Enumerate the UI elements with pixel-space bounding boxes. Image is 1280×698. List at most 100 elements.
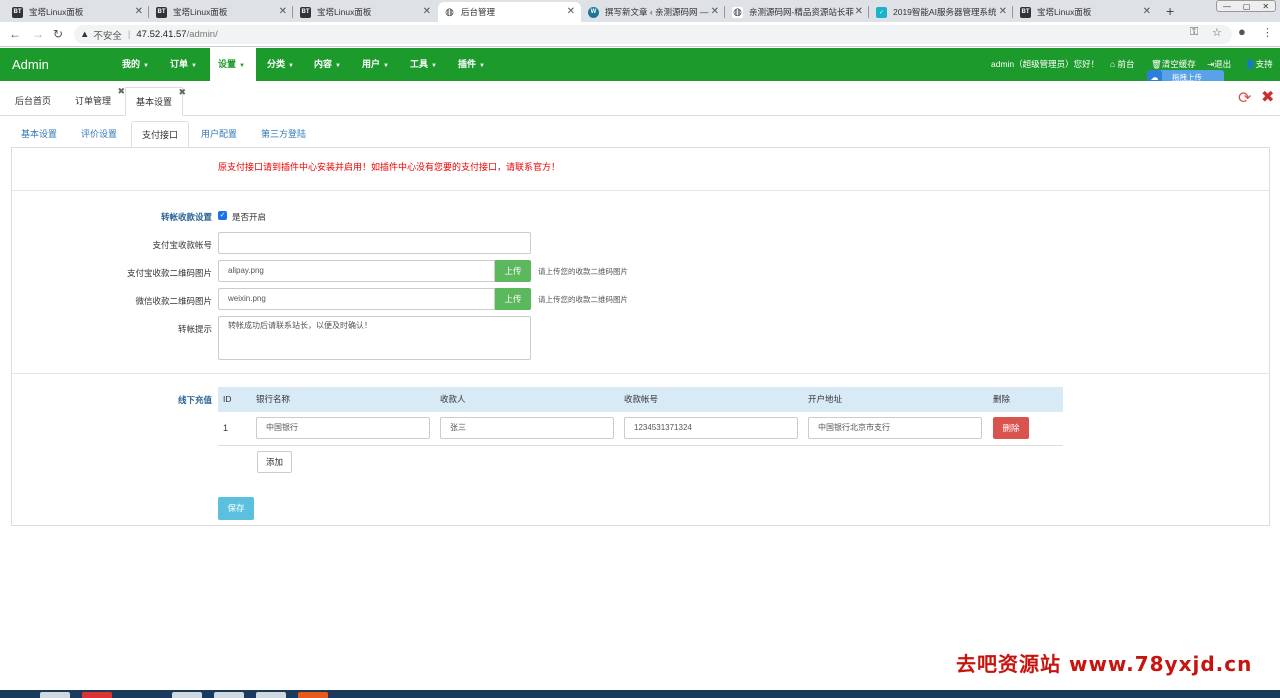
enable-checkbox[interactable]: ✓ (218, 211, 227, 220)
alipay-account-input[interactable] (218, 232, 531, 254)
page-tab-basic-settings[interactable]: 基本设置 ✖ (125, 87, 186, 116)
watermark: 去吧资源站 www.78yxjd.cn (956, 652, 1253, 676)
nav-menu-tools[interactable]: 工具 ▼ (402, 48, 445, 81)
close-icon[interactable]: ✕ (423, 6, 431, 17)
enable-label: 是否开启 (232, 212, 267, 222)
nav-menu-content[interactable]: 内容 ▼ (306, 48, 349, 81)
key-icon[interactable]: ⚿ (1190, 26, 1198, 39)
taskbar-item[interactable] (82, 692, 112, 698)
menu-dots-icon[interactable]: ⋮ (1262, 26, 1273, 39)
window-controls[interactable]: — ▢ ✕ (1216, 0, 1276, 12)
user-icon: 👤 (1245, 59, 1256, 69)
browser-tab[interactable]: ✓ 2019智能AI服务器管理系统 ✕ (870, 2, 1013, 22)
close-icon[interactable]: ✕ (567, 6, 575, 17)
add-row-button[interactable]: 添加 (257, 451, 292, 473)
support-link[interactable]: 👤支持 (1245, 48, 1273, 81)
settings-panel (11, 147, 1270, 526)
address-bar: ← → ↻ ▲ 不安全 | 47.52.41.57 /admin/ ⚿ ☆ ● … (0, 22, 1280, 47)
star-icon[interactable]: ☆ (1212, 26, 1222, 39)
close-icon[interactable]: ✕ (999, 6, 1007, 17)
nav-menu-settings[interactable]: 设置 ▼ (210, 48, 256, 81)
alipay-upload-help: 请上传您的收款二维码图片 (538, 267, 628, 276)
bank-table-header: ID 银行名称 收款人 收款帐号 开户地址 删除 (218, 387, 1063, 412)
alipay-account-label: 支付宝收款帐号 (152, 240, 212, 250)
trash-icon: 🗑 (1151, 59, 1162, 69)
browser-tab[interactable]: BT 宝塔Linux面板 ✕ (150, 2, 293, 22)
maximize-icon[interactable]: ▢ (1243, 2, 1251, 11)
tab-user-config[interactable]: 用户配置 (191, 121, 247, 148)
browser-tab[interactable]: W 撰写新文章 ‹ 亲测源码网 — ✕ (582, 2, 725, 22)
close-all-icon[interactable]: ✖ (1261, 87, 1274, 107)
taskbar-item[interactable] (214, 692, 244, 698)
taskbar-item[interactable] (298, 692, 328, 698)
back-icon[interactable]: ← (9, 27, 21, 41)
close-icon[interactable]: ✖ (117, 77, 125, 106)
refresh-icon[interactable]: ⟳ (1238, 88, 1251, 108)
taskbar-item[interactable] (256, 692, 286, 698)
nav-menu-plugins[interactable]: 插件 ▼ (450, 48, 493, 81)
tab-basic[interactable]: 基本设置 (11, 121, 67, 148)
bank-address-input[interactable]: 中国银行北京市支行 (808, 417, 982, 439)
nav-menu-categories[interactable]: 分类 ▼ (259, 48, 302, 81)
bt-favicon-icon: BT (12, 6, 23, 18)
bank-name-input[interactable]: 中国银行 (256, 417, 430, 439)
brand[interactable]: Admin (12, 57, 49, 72)
warning-icon: ▲ (80, 29, 90, 40)
close-icon[interactable]: ✕ (135, 6, 143, 17)
page-tab-orders[interactable]: 订单管理 ✖ (65, 86, 125, 116)
nav-menu-users[interactable]: 用户 ▼ (354, 48, 397, 81)
nav-menu-orders[interactable]: 订单 ▼ (162, 48, 205, 81)
frontend-link[interactable]: ⌂ 前台 (1110, 48, 1135, 81)
alipay-qr-label: 支付宝收款二维码图片 (126, 268, 212, 278)
reload-icon[interactable]: ↻ (53, 27, 63, 41)
browser-tab[interactable]: ◍ 亲测源码网-精品资源站长菲 ✕ (726, 2, 869, 22)
account-icon[interactable]: ● (1238, 24, 1246, 39)
transfer-tip-label: 转帐提示 (177, 324, 212, 334)
forward-icon[interactable]: → (32, 27, 44, 41)
transfer-tip-textarea[interactable]: 转帐成功后请联系站长，以便及时确认！ (218, 316, 531, 360)
offline-recharge-label: 线下充值 (177, 395, 212, 405)
new-tab-icon[interactable]: + (1166, 3, 1174, 19)
transfer-settings-label: 转帐收款设置 (160, 212, 212, 222)
tab-third-party-login[interactable]: 第三方登陆 (251, 121, 316, 148)
taskbar-item[interactable] (40, 692, 70, 698)
tab-payment[interactable]: 支付接口 (131, 121, 190, 148)
delete-row-button[interactable]: 删除 (993, 417, 1029, 439)
tab-review[interactable]: 评价设置 (71, 121, 127, 148)
close-icon[interactable]: ✕ (279, 6, 287, 17)
browser-tab[interactable]: BT 宝塔Linux面板 ✕ (294, 2, 437, 22)
close-icon[interactable]: ✕ (1143, 6, 1151, 17)
close-icon[interactable]: ✕ (855, 6, 863, 17)
page-tabs: 后台首页 订单管理 ✖ 基本设置 ✖ (0, 81, 1280, 116)
wechat-qr-input[interactable]: weixin.png (218, 288, 495, 310)
browser-tab[interactable]: BT 宝塔Linux面板 ✕ (1014, 2, 1157, 22)
settings-tabs: 基本设置 评价设置 支付接口 用户配置 第三方登陆 (11, 121, 1270, 148)
alipay-qr-input[interactable]: alipay.png (218, 260, 495, 282)
browser-tab-strip: BT 宝塔Linux面板 ✕ BT 宝塔Linux面板 ✕ BT 宝塔Linux… (0, 0, 1280, 22)
minimize-icon[interactable]: — (1223, 2, 1231, 11)
user-greeting[interactable]: admin（超级管理员）您好！ (991, 48, 1099, 81)
wechat-qr-label: 微信收款二维码图片 (135, 296, 212, 306)
payee-input[interactable]: 张三 (440, 417, 614, 439)
browser-tab-active[interactable]: ◍ 后台管理 ✕ (438, 2, 581, 22)
account-number-input[interactable]: 1234531371324 (624, 417, 798, 439)
close-icon[interactable]: ✕ (711, 6, 719, 17)
wechat-upload-button[interactable]: 上传 (495, 288, 531, 310)
table-row-id: 1 (223, 423, 229, 433)
close-icon[interactable]: ✖ (178, 78, 186, 107)
globe-icon: ◍ (732, 6, 743, 18)
wordpress-icon: W (588, 6, 599, 18)
taskbar-item[interactable] (172, 692, 202, 698)
globe-icon: ◍ (444, 6, 455, 18)
window-close-icon[interactable]: ✕ (1262, 2, 1269, 11)
bt-favicon-icon: BT (156, 6, 167, 18)
save-button[interactable]: 保存 (218, 497, 254, 520)
check-favicon-icon: ✓ (876, 6, 887, 18)
page-tab-home[interactable]: 后台首页 (5, 87, 61, 116)
bt-favicon-icon: BT (1020, 6, 1031, 18)
url-field[interactable]: ▲ 不安全 | 47.52.41.57 /admin/ (74, 25, 1232, 44)
browser-tab[interactable]: BT 宝塔Linux面板 ✕ (6, 2, 149, 22)
payment-notice: 原支付接口请到插件中心安装并启用！如插件中心没有您要的支付接口，请联系官方！ (218, 162, 561, 172)
alipay-upload-button[interactable]: 上传 (495, 260, 531, 282)
admin-navbar: Admin 我的 ▼ 订单 ▼ 设置 ▼ 分类 ▼ 内容 ▼ 用户 ▼ 工具 ▼ 插件 ▼ ad… (0, 48, 1280, 81)
